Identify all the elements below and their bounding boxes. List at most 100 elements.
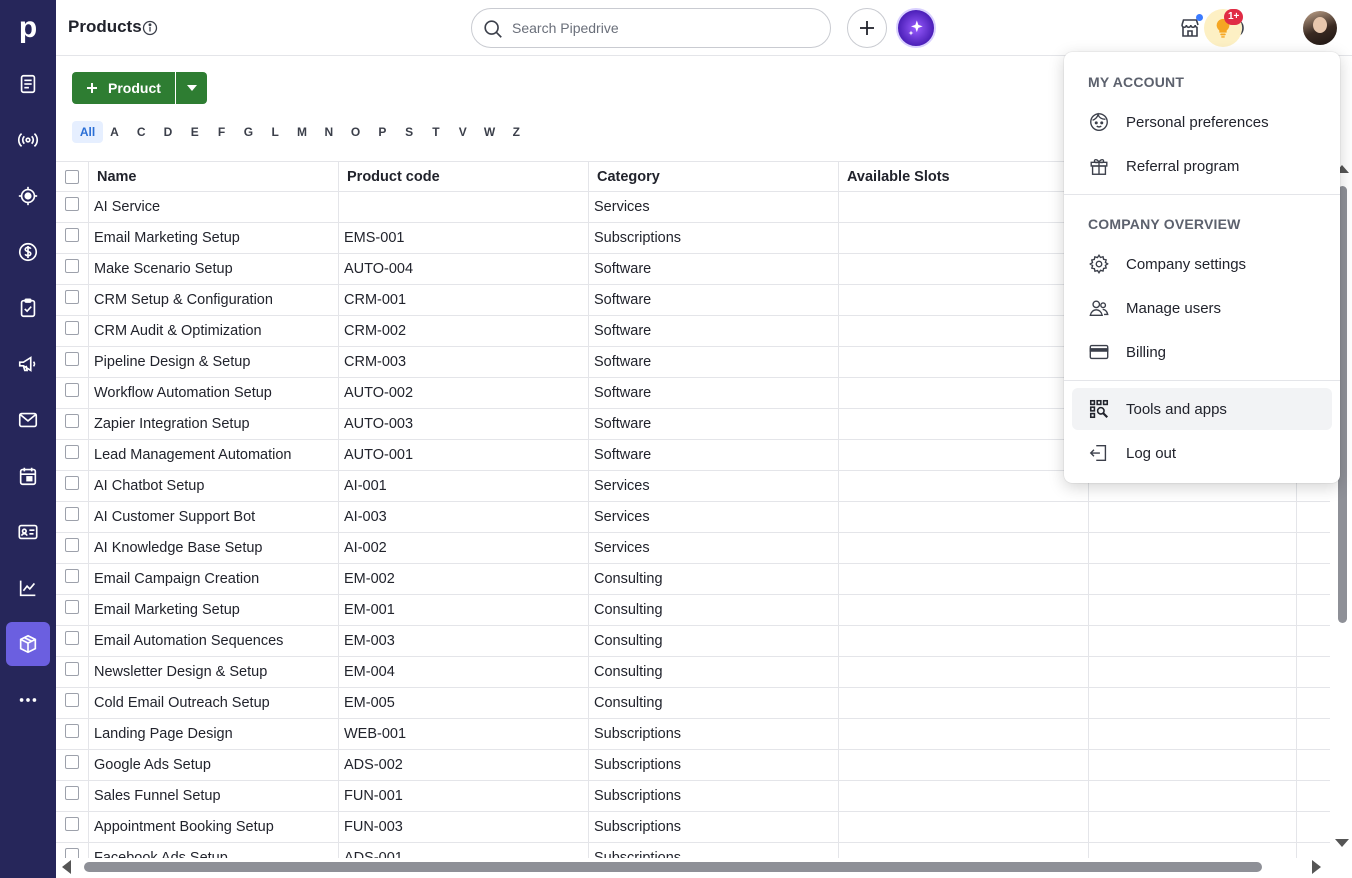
horizontal-scroll-thumb[interactable] [84,862,1262,872]
alpha-filter-all[interactable]: All [72,121,103,143]
table-row[interactable]: AI Knowledge Base Setup AI-002 Services [56,533,1330,564]
cell-name[interactable]: Email Marketing Setup [89,223,339,253]
alpha-filter-c[interactable]: C [128,125,155,139]
row-checkbox[interactable] [65,569,79,583]
row-checkbox[interactable] [65,724,79,738]
nav-broadcast-icon[interactable] [6,118,50,162]
alpha-filter-t[interactable]: T [423,125,450,139]
table-row[interactable]: Cold Email Outreach Setup EM-005 Consultin… [56,688,1330,719]
add-product-button[interactable]: Product [72,72,175,104]
cell-name[interactable]: Pipeline Design & Setup [89,347,339,377]
row-checkbox[interactable] [65,290,79,304]
pipedrive-logo[interactable]: p [0,0,56,56]
quick-add-button[interactable] [847,8,887,48]
table-row[interactable]: Google Ads Setup ADS-002 Subscriptions [56,750,1330,781]
menu-item-referral-program[interactable]: Referral program [1072,145,1332,187]
add-product-dropdown-button[interactable] [176,72,207,104]
cell-name[interactable]: Email Campaign Creation [89,564,339,594]
user-avatar[interactable] [1303,11,1337,45]
cell-name[interactable]: Sales Funnel Setup [89,781,339,811]
info-icon[interactable] [142,20,158,36]
menu-item-log-out[interactable]: Log out [1072,432,1332,474]
row-checkbox[interactable] [65,414,79,428]
nav-products-box-icon[interactable] [6,622,50,666]
table-row[interactable]: AI Customer Support Bot AI-003 Services [56,502,1330,533]
scroll-down-arrow[interactable] [1335,839,1349,847]
row-checkbox[interactable] [65,538,79,552]
table-row[interactable]: Landing Page Design WEB-001 Subscriptions [56,719,1330,750]
cell-name[interactable]: AI Customer Support Bot [89,502,339,532]
cell-name[interactable]: Workflow Automation Setup [89,378,339,408]
alpha-filter-a[interactable]: A [101,125,128,139]
row-checkbox[interactable] [65,352,79,366]
cell-name[interactable]: Appointment Booking Setup [89,812,339,842]
row-checkbox[interactable] [65,786,79,800]
table-row[interactable]: Newsletter Design & Setup EM-004 Consultin… [56,657,1330,688]
cell-name[interactable]: Landing Page Design [89,719,339,749]
cell-name[interactable]: CRM Setup & Configuration [89,285,339,315]
global-search[interactable] [471,8,831,48]
alpha-filter-z[interactable]: Z [503,125,530,139]
nav-campaigns-megaphone-icon[interactable] [6,342,50,386]
alpha-filter-v[interactable]: V [449,125,476,139]
table-row[interactable]: Facebook Ads Setup ADS-001 Subscriptions [56,843,1330,858]
row-checkbox[interactable] [65,476,79,490]
nav-deals-dollar-icon[interactable] [6,230,50,274]
column-header-available-slots[interactable]: Available Slots [839,162,1089,191]
menu-item-billing[interactable]: Billing [1072,331,1332,373]
alpha-filter-l[interactable]: L [262,125,289,139]
cell-name[interactable]: AI Knowledge Base Setup [89,533,339,563]
nav-leads-icon[interactable] [6,62,50,106]
alpha-filter-n[interactable]: N [315,125,342,139]
nav-activities-icon[interactable] [6,286,50,330]
column-header-product-code[interactable]: Product code [339,162,589,191]
row-checkbox[interactable] [65,197,79,211]
row-checkbox[interactable] [65,755,79,769]
horizontal-scrollbar[interactable] [56,857,1330,878]
table-row[interactable]: Appointment Booking Setup FUN-003 Subscrip… [56,812,1330,843]
row-checkbox[interactable] [65,817,79,831]
select-all-checkbox[interactable] [65,169,79,184]
row-checkbox[interactable] [65,321,79,335]
row-checkbox[interactable] [65,600,79,614]
cell-name[interactable]: AI Service [89,192,339,222]
cell-name[interactable]: Email Marketing Setup [89,595,339,625]
menu-item-personal-preferences[interactable]: Personal preferences [1072,101,1332,143]
alpha-filter-m[interactable]: M [289,125,316,139]
nav-target-icon[interactable] [6,174,50,218]
alpha-filter-o[interactable]: O [342,125,369,139]
table-row[interactable]: Email Campaign Creation EM-002 Consulting [56,564,1330,595]
nav-calendar-icon[interactable] [6,454,50,498]
column-header-category[interactable]: Category [589,162,839,191]
search-input[interactable] [512,20,812,36]
nav-contacts-card-icon[interactable] [6,510,50,554]
alpha-filter-p[interactable]: P [369,125,396,139]
ai-assistant-button[interactable] [896,8,936,48]
cell-name[interactable]: CRM Audit & Optimization [89,316,339,346]
cell-name[interactable]: Email Automation Sequences [89,626,339,656]
cell-name[interactable]: AI Chatbot Setup [89,471,339,501]
alpha-filter-e[interactable]: E [181,125,208,139]
nav-more-icon[interactable] [6,678,50,722]
cell-name[interactable]: Lead Management Automation [89,440,339,470]
menu-item-company-settings[interactable]: Company settings [1072,243,1332,285]
cell-name[interactable]: Facebook Ads Setup [89,843,339,858]
table-row[interactable]: Email Automation Sequences EM-003 Consulti… [56,626,1330,657]
alpha-filter-s[interactable]: S [396,125,423,139]
row-checkbox[interactable] [65,445,79,459]
row-checkbox[interactable] [65,259,79,273]
cell-name[interactable]: Make Scenario Setup [89,254,339,284]
menu-item-tools-and-apps[interactable]: Tools and apps [1072,388,1332,430]
table-row[interactable]: Sales Funnel Setup FUN-001 Subscriptions [56,781,1330,812]
scroll-left-arrow[interactable] [62,860,71,874]
row-checkbox[interactable] [65,631,79,645]
alpha-filter-f[interactable]: F [208,125,235,139]
menu-item-manage-users[interactable]: Manage users [1072,287,1332,329]
alpha-filter-w[interactable]: W [476,125,503,139]
row-checkbox[interactable] [65,383,79,397]
scroll-right-arrow[interactable] [1312,860,1321,874]
nav-mail-icon[interactable] [6,398,50,442]
nav-insights-chart-icon[interactable] [6,566,50,610]
row-checkbox[interactable] [65,693,79,707]
row-checkbox[interactable] [65,662,79,676]
